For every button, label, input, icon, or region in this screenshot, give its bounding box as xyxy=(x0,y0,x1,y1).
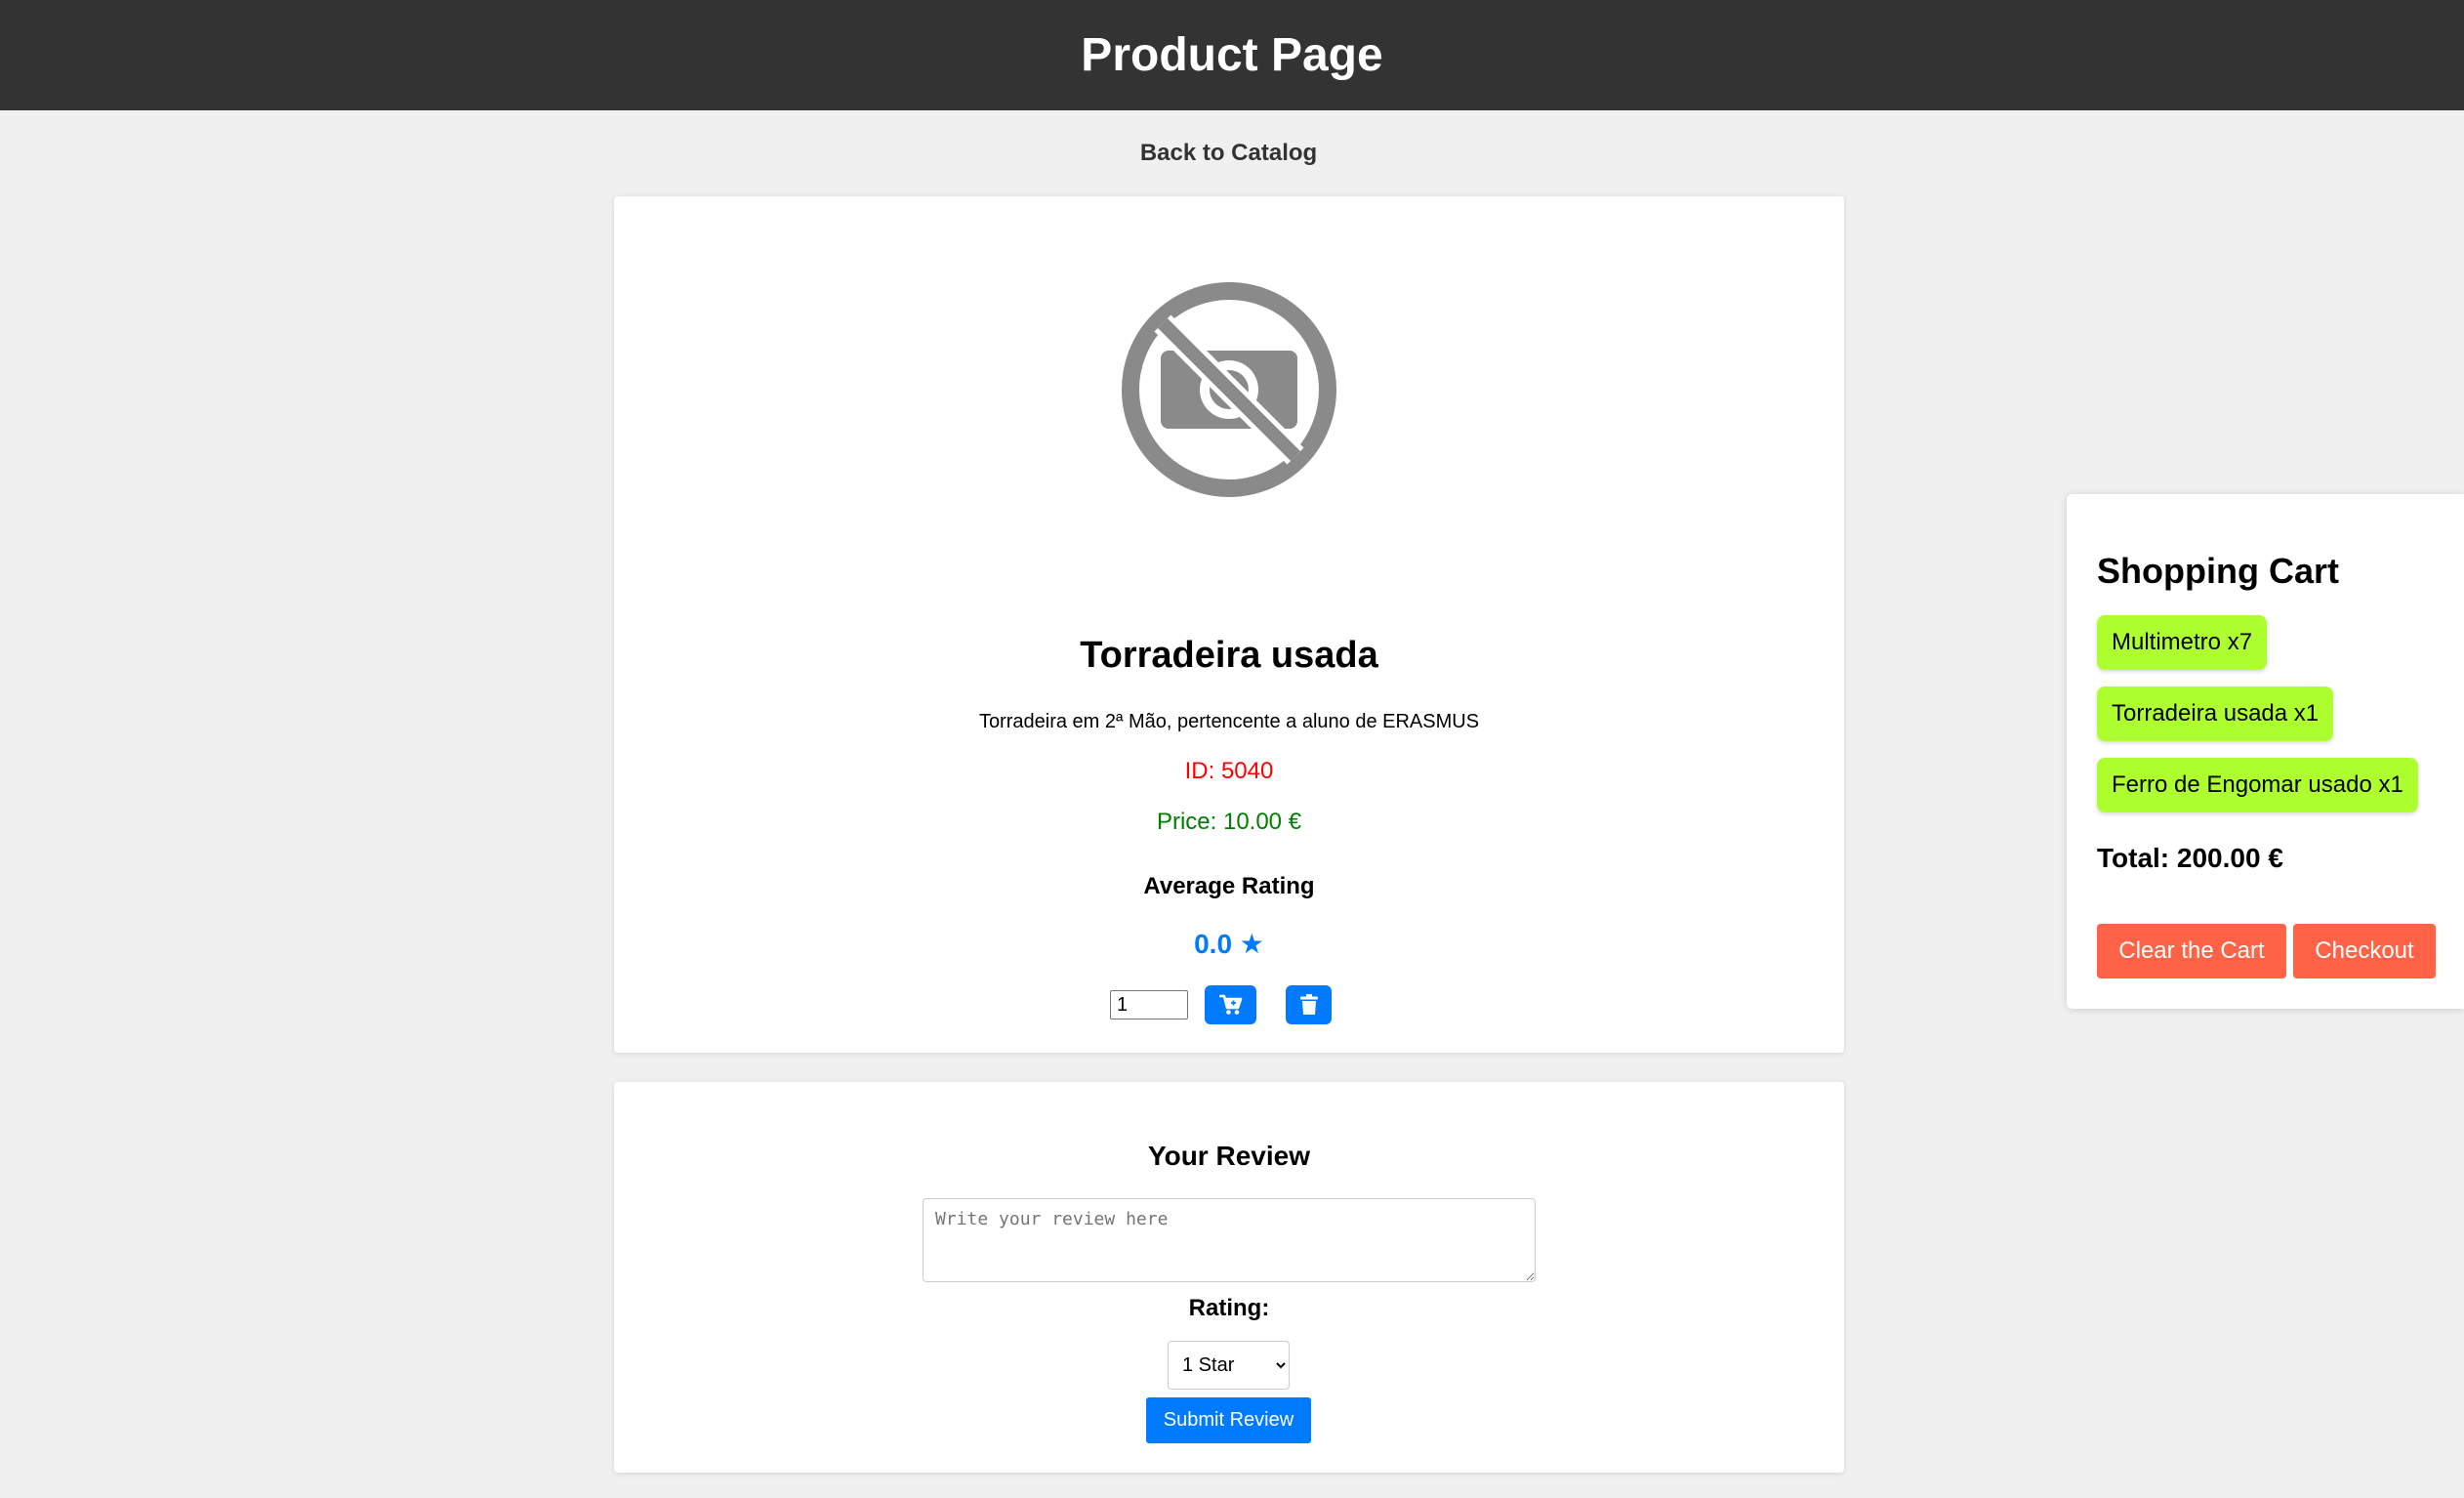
page-title: Product Page xyxy=(1081,29,1383,81)
cart-item: Multimetro x7 xyxy=(2097,615,2268,670)
cart-item: Torradeira usada x1 xyxy=(2097,687,2334,741)
cart-total: Total: 200.00 € xyxy=(2097,843,2283,873)
remove-from-cart-button[interactable] xyxy=(1286,985,1332,1024)
submit-review-button[interactable]: Submit Review xyxy=(1146,1397,1311,1443)
review-card: Your Review Rating: 1 Star Submit Review xyxy=(614,1082,1844,1473)
average-rating-value: 0.0 ★ xyxy=(1194,929,1264,959)
checkout-button[interactable]: Checkout xyxy=(2293,924,2436,978)
rating-select[interactable]: 1 Star xyxy=(1168,1341,1290,1390)
shopping-cart-panel: Shopping Cart Multimetro x7 Torradeira u… xyxy=(2067,494,2464,1009)
trash-icon xyxy=(1299,994,1318,1015)
cart-plus-icon xyxy=(1218,994,1242,1015)
review-title: Your Review xyxy=(1148,1141,1310,1171)
cart-title: Shopping Cart xyxy=(2097,551,2339,591)
average-rating-label: Average Rating xyxy=(1143,873,1315,899)
review-textarea[interactable] xyxy=(923,1198,1536,1282)
product-card: Torradeira usada Torradeira em 2ª Mão, p… xyxy=(614,196,1844,1053)
add-to-cart-button[interactable] xyxy=(1205,985,1256,1024)
product-description: Torradeira em 2ª Mão, pertencente a alun… xyxy=(978,711,1480,732)
product-name: Torradeira usada xyxy=(1080,635,1378,676)
product-id: ID: 5040 xyxy=(1184,758,1274,784)
back-to-catalog-link[interactable]: Back to Catalog xyxy=(0,140,2457,167)
clear-cart-button[interactable]: Clear the Cart xyxy=(2097,924,2286,978)
quantity-input[interactable] xyxy=(1110,990,1188,1019)
product-price: Price: 10.00 € xyxy=(1156,809,1302,835)
cart-item: Ferro de Engomar usado x1 xyxy=(2097,758,2418,812)
page-header: Product Page xyxy=(0,0,2464,110)
no-photo-icon xyxy=(1122,282,1336,497)
rating-label: Rating: xyxy=(1188,1295,1270,1321)
